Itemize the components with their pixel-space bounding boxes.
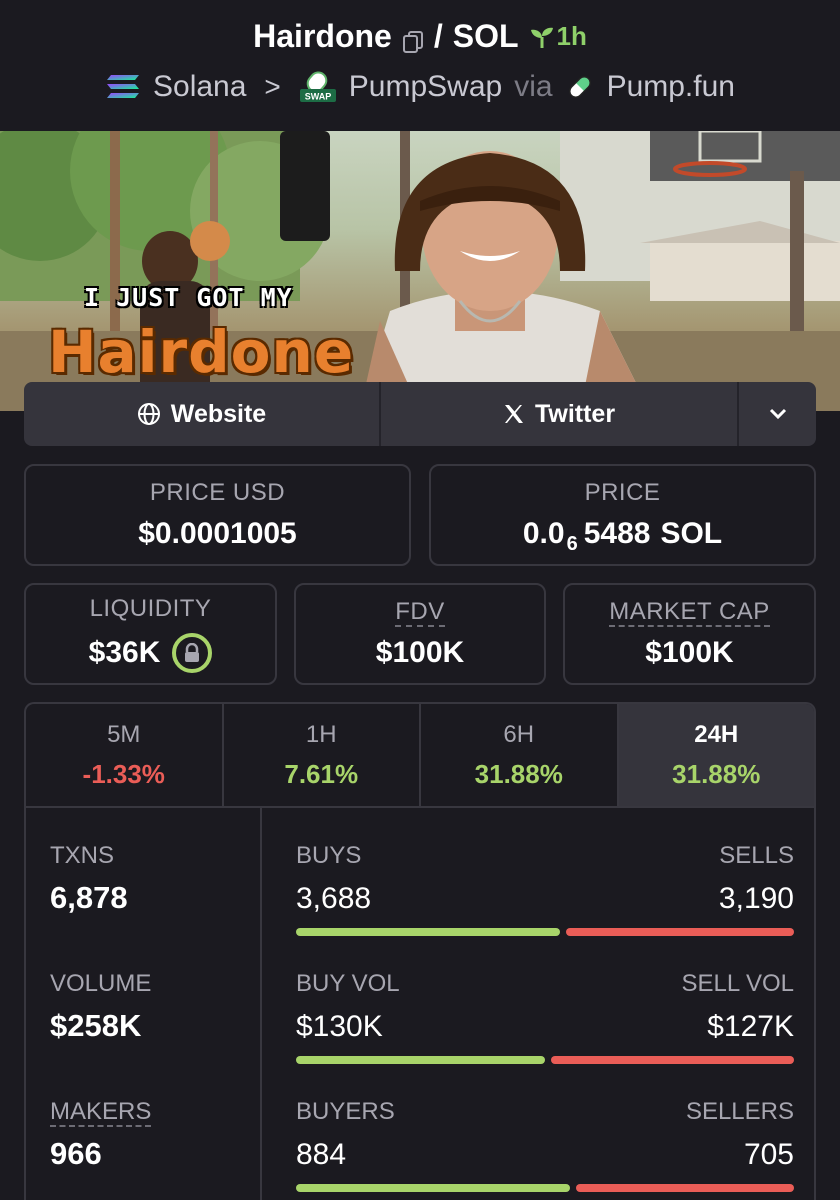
tab-6h[interactable]: 6H 31.88% [421,704,619,806]
seedling-icon [530,27,553,48]
market-cap-label: MARKET CAP [609,598,770,627]
twitter-label: Twitter [534,399,616,428]
makers-value: 966 [50,1136,102,1171]
volume-stat: VOLUME $258K [50,970,151,1044]
x-logo-icon [504,405,523,423]
buys-bar-segment [296,928,560,936]
buyers-sellers-row: BUYERS SELLERS 884 705 [296,1098,794,1192]
buys-value: 3,688 [296,882,372,915]
trading-stats-panel: 5M -1.33% 1H 7.61% 6H 31.88% 24H 31.88% … [24,702,816,1200]
fdv-card[interactable]: FDV $100K [294,583,546,685]
volume-ratio-bar [296,1056,794,1064]
pumpswap-icon: SWAP [299,71,337,103]
price-usd-value: $0.0001005 [138,517,297,550]
chevron-down-icon [769,408,786,420]
tab-label: 1H [305,720,337,748]
chain-link[interactable]: Solana [153,70,246,104]
meme-caption-top: I JUST GOT MY [84,283,293,312]
market-cap-card[interactable]: MARKET CAP $100K [563,583,816,685]
quote-token: SOL [452,18,519,54]
liquidity-value: $36K [88,636,161,669]
volume-split-row: BUY VOL SELL VOL $130K $127K [296,970,794,1064]
chevron-right-icon: > [264,71,281,102]
liquidity-label: LIQUIDITY [89,595,212,622]
pair-title: Hairdone / SOL 1h [0,18,840,55]
makers-stat[interactable]: MAKERS 966 [50,1098,152,1172]
volume-label: VOLUME [50,970,152,997]
buy-vol-value: $130K [296,1010,383,1043]
price-native-value: 0.0 6 5488 SOL [522,517,723,555]
sellers-value: 705 [743,1138,794,1171]
buyers-value: 884 [296,1138,347,1171]
pair-age: 1h [529,21,587,52]
sells-bar-segment [566,928,794,936]
txns-stat: TXNS 6,878 [50,842,128,916]
lock-icon[interactable] [172,633,213,673]
makers-label: MAKERS [50,1098,152,1127]
sells-value: 3,190 [718,882,794,915]
sells-label: SELLS [719,842,794,869]
buyers-ratio-bar [296,1184,794,1192]
timeframe-tabs: 5M -1.33% 1H 7.61% 6H 31.88% 24H 31.88% [26,704,814,808]
tab-1h[interactable]: 1H 7.61% [224,704,421,806]
tab-change: 31.88% [474,758,563,789]
sell-vol-value: $127K [707,1010,794,1043]
breadcrumb: Solana > SWAP PumpSwap via Pump.fun [0,70,840,104]
pill-icon [565,72,595,102]
tab-change: -1.33% [82,758,165,789]
tab-label: 24H [694,720,739,748]
token-name: Hairdone [253,18,392,54]
fdv-label: FDV [395,598,445,627]
liquidity-value-row: $36K [89,633,213,673]
market-cap-value: $100K [645,636,734,669]
txns-value: 6,878 [50,880,128,915]
launchpad-link[interactable]: Pump.fun [607,70,735,104]
website-button[interactable]: Website [24,382,381,446]
buyers-bar-segment [296,1184,570,1192]
fdv-value: $100K [375,636,465,669]
buy-vol-bar-segment [296,1056,545,1064]
website-label: Website [170,399,267,428]
totals-column: TXNS 6,878 VOLUME $258K MAKERS 966 [26,808,262,1200]
sell-vol-label: SELL VOL [681,970,794,997]
tab-24h[interactable]: 24H 31.88% [618,704,814,806]
price-native-label: PRICE [584,479,661,506]
dex-link[interactable]: PumpSwap [349,70,502,104]
price-native-zeros: 6 [566,532,578,555]
pumpswap-icon-label: SWAP [305,92,332,102]
via-text: via [514,70,553,103]
volume-value: $258K [50,1008,142,1043]
solana-logo-icon [105,73,141,101]
tab-label: 5M [107,720,141,748]
price-native-card: PRICE 0.0 6 5488 SOL [429,464,816,566]
sellers-bar-segment [576,1184,794,1192]
social-links-bar: Website Twitter [24,382,816,446]
price-usd-label: PRICE USD [149,479,286,506]
tab-change: 7.61% [284,758,359,789]
tab-5m[interactable]: 5M -1.33% [26,704,224,806]
price-native-unit: SOL [660,517,723,550]
buy-vol-label: BUY VOL [296,970,400,997]
buys-sells-ratio-bar [296,928,794,936]
liquidity-card: LIQUIDITY $36K [24,583,277,685]
price-usd-card: PRICE USD $0.0001005 [24,464,411,566]
meme-caption-main: Hairdone [48,318,355,386]
twitter-button[interactable]: Twitter [381,382,739,446]
buys-sells-row: BUYS SELLS 3,688 3,190 [296,842,794,936]
txns-label: TXNS [50,842,115,869]
tab-label: 6H [503,720,535,748]
globe-icon [137,403,160,425]
price-native-prefix: 0.0 [522,517,565,550]
price-native-digits: 5488 [583,517,651,550]
pair-separator: / [433,18,443,54]
sell-vol-bar-segment [551,1056,794,1064]
tab-change: 31.88% [672,758,761,789]
buys-label: BUYS [296,842,362,869]
sellers-label: SELLERS [685,1098,794,1125]
more-links-button[interactable] [739,382,816,446]
age-value: 1h [556,21,587,51]
buyers-label: BUYERS [296,1098,395,1125]
copy-icon[interactable] [402,25,424,53]
